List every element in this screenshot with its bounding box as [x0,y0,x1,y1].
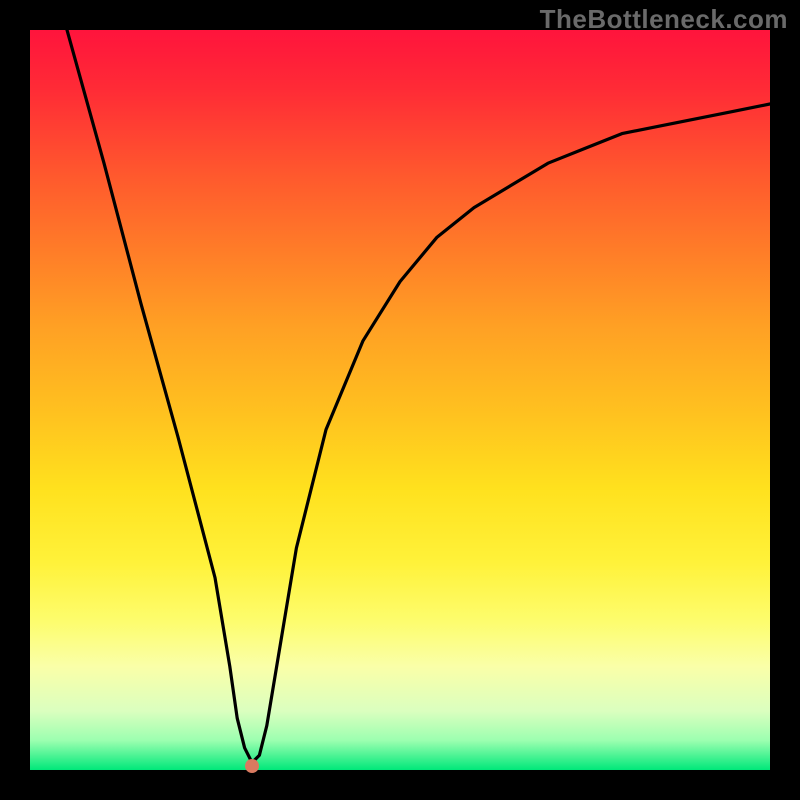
optimum-marker [245,759,259,773]
watermark-text: TheBottleneck.com [540,4,788,35]
curve-svg [30,30,770,770]
bottleneck-curve [67,30,770,763]
plot-area [30,30,770,770]
chart-frame: TheBottleneck.com [0,0,800,800]
